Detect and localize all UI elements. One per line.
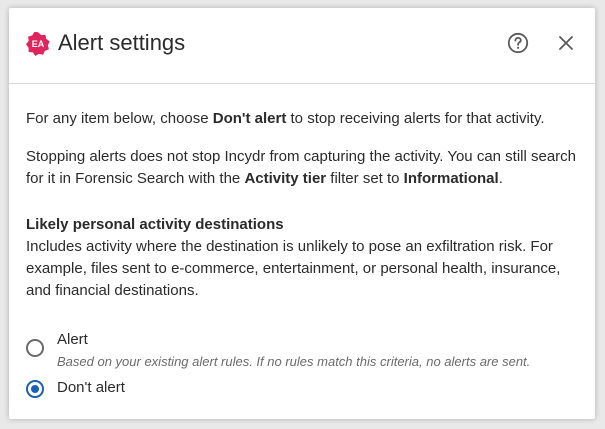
radio-label-alert: Alert	[57, 331, 88, 348]
section-title: Likely personal activity destinations	[26, 216, 284, 233]
info-bold-activity-tier: Activity tier	[244, 170, 327, 187]
radio-option-alert[interactable]: Alert Based on your existing alert rules…	[26, 329, 586, 369]
intro-paragraph: For any item below, choose Don't alert t…	[26, 108, 545, 130]
radio-option-dont-alert[interactable]: Don't alert	[26, 377, 586, 401]
section-description: Includes activity where the destination …	[26, 238, 561, 299]
help-button[interactable]	[506, 31, 530, 55]
info-bold-informational: Informational	[403, 170, 499, 187]
close-icon	[559, 36, 573, 50]
intro-bold-dont-alert: Don't alert	[212, 110, 287, 127]
radio-button-dont-alert[interactable]	[26, 380, 44, 398]
info-text-2: filter set to	[326, 170, 404, 187]
dialog-header: EA Alert settings	[9, 8, 595, 84]
intro-text-1: For any item below, choose	[26, 110, 213, 127]
info-paragraph: Stopping alerts does not stop Incydr fro…	[26, 146, 586, 190]
radio-label-dont-alert: Don't alert	[57, 379, 125, 396]
alert-settings-dialog: EA Alert settings For any item below, ch…	[9, 8, 595, 419]
badge-initials: EA	[31, 39, 45, 49]
close-button[interactable]	[554, 31, 578, 55]
question-circle-icon	[507, 32, 529, 54]
info-text-3: .	[498, 170, 503, 187]
dialog-title: Alert settings	[58, 30, 186, 55]
intro-text-2: to stop receiving alerts for that activi…	[286, 110, 545, 127]
app-badge: EA	[26, 32, 50, 56]
radio-button-alert[interactable]	[26, 339, 44, 357]
radio-hint-alert: Based on your existing alert rules. If n…	[57, 354, 531, 369]
